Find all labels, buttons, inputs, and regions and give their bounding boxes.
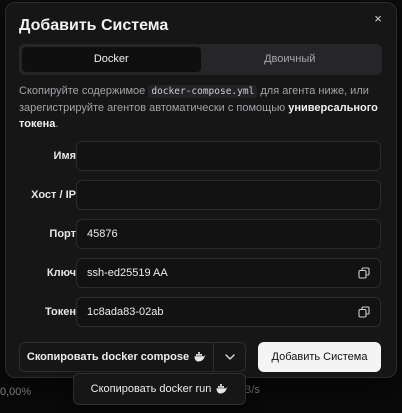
- key-field[interactable]: ssh-ed25519 AA: [76, 258, 381, 288]
- close-icon[interactable]: ×: [370, 11, 386, 27]
- tab-list: Docker Двоичный: [19, 44, 382, 75]
- token-field[interactable]: 1c8ada83-02ab: [76, 297, 381, 327]
- copy-docker-run-menu-item[interactable]: Скопировать docker run: [73, 373, 246, 405]
- docker-whale-icon: [216, 384, 228, 394]
- add-system-dialog: × Добавить Система Docker Двоичный Скопи…: [5, 2, 397, 378]
- copy-run-label: Скопировать docker run: [90, 383, 212, 395]
- token-value: 1c8ada83-02ab: [87, 306, 164, 318]
- desc-code: docker-compose.yml: [148, 85, 258, 98]
- port-field[interactable]: 45876: [76, 219, 381, 249]
- host-label: Хост / IP: [31, 189, 76, 201]
- tab-docker[interactable]: Docker: [22, 47, 201, 72]
- name-field[interactable]: [76, 141, 381, 171]
- docker-whale-icon: [194, 352, 206, 362]
- chevron-down-icon[interactable]: [213, 342, 246, 372]
- key-label: Ключ: [46, 267, 76, 279]
- key-row: Ключ ssh-ed25519 AA: [19, 258, 381, 288]
- name-row: Имя: [19, 141, 381, 171]
- port-label: Порт: [49, 228, 76, 240]
- token-label: Токен: [44, 306, 76, 318]
- copy-docker-compose-button[interactable]: Скопировать docker compose: [19, 342, 213, 372]
- token-row: Токен 1c8ada83-02ab: [19, 297, 381, 327]
- add-system-button[interactable]: Добавить Система: [258, 342, 381, 372]
- name-label: Имя: [53, 150, 76, 162]
- host-field[interactable]: [76, 180, 381, 210]
- instructions-text: Скопируйте содержимое docker-compose.yml…: [19, 83, 387, 132]
- desc-part-3: .: [55, 118, 59, 130]
- host-row: Хост / IP: [19, 180, 381, 210]
- key-value: ssh-ed25519 AA: [87, 267, 168, 279]
- copy-compose-label: Скопировать docker compose: [26, 351, 190, 363]
- dialog-title: Добавить Система: [19, 17, 169, 34]
- chevron-down-glyph: [224, 354, 235, 360]
- copy-icon[interactable]: [358, 267, 370, 279]
- background-percent-text: 0,00%: [0, 386, 32, 398]
- copy-button-group: Скопировать docker compose: [19, 342, 246, 372]
- port-row: Порт 45876: [19, 219, 381, 249]
- tab-binary[interactable]: Двоичный: [201, 47, 380, 72]
- background-speed-text: B/s: [244, 384, 260, 396]
- copy-icon[interactable]: [358, 306, 370, 318]
- desc-part-1: Скопируйте содержимое: [19, 85, 149, 97]
